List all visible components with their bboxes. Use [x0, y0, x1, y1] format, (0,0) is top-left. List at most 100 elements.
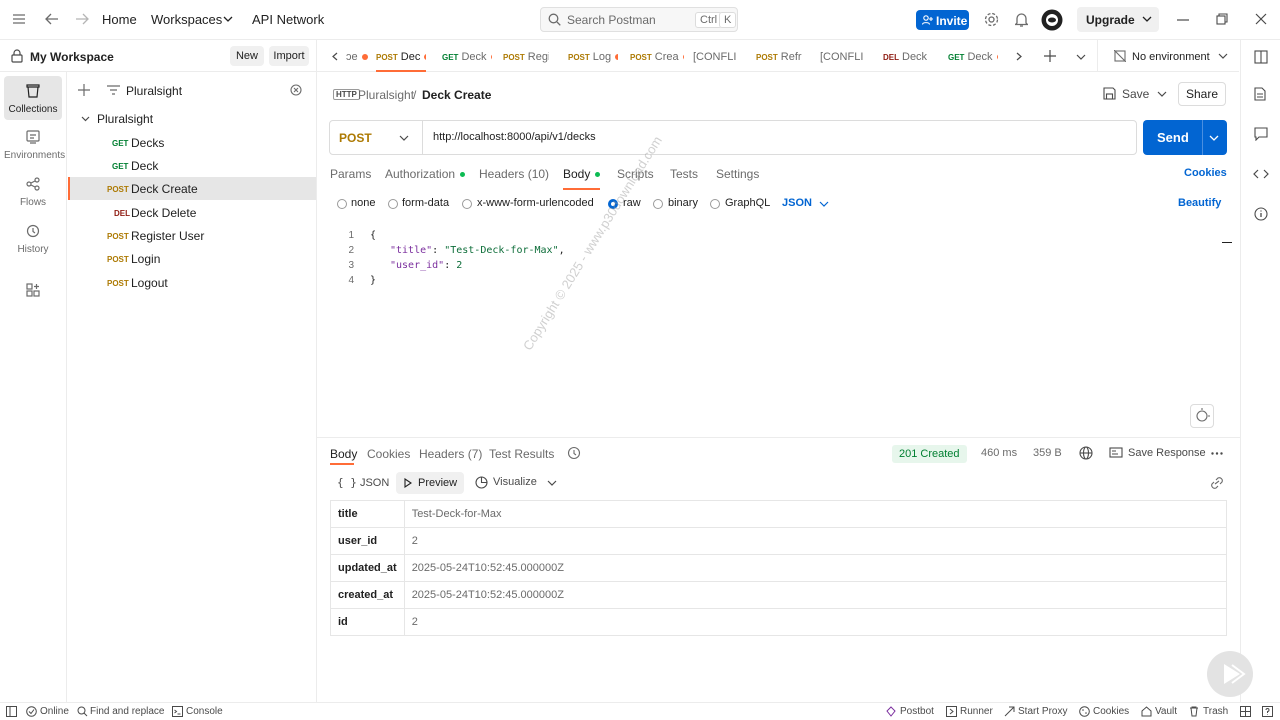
layout-grid-icon[interactable] — [1240, 706, 1251, 717]
environment-selector[interactable]: No environment — [1097, 40, 1239, 72]
more-options-icon[interactable] — [1211, 452, 1223, 455]
tree-item-deck[interactable]: GET Deck — [68, 154, 316, 177]
tree-item-deck-create[interactable]: POST Deck Create — [68, 177, 316, 200]
tab-deck[interactable]: GET Deck — [442, 40, 492, 72]
api-network-link[interactable]: API Network — [252, 12, 324, 27]
restore-icon[interactable] — [1216, 13, 1228, 25]
sidebar-toggle-icon[interactable] — [6, 706, 17, 717]
configure-workbench-icon[interactable] — [26, 283, 40, 297]
documentation-icon[interactable] — [1254, 87, 1266, 101]
table-value[interactable]: Test-Deck-for-Max — [403, 500, 1228, 528]
tree-item-deck-delete[interactable]: DEL Deck Delete — [68, 201, 316, 224]
upgrade-button[interactable]: Upgrade — [1077, 7, 1159, 32]
history-icon[interactable] — [567, 446, 581, 460]
tab-settings[interactable]: Settings — [716, 167, 759, 181]
tab-refresh[interactable]: POST Refr — [756, 40, 806, 72]
tab-create[interactable]: POST Crea — [630, 40, 684, 72]
console-button[interactable]: Console — [186, 706, 223, 717]
view-json-button[interactable]: { } JSON — [337, 476, 389, 489]
online-status[interactable]: Online — [40, 706, 69, 717]
close-window-icon[interactable] — [1255, 13, 1267, 25]
status-badge[interactable]: 201 Created — [892, 445, 967, 463]
url-input[interactable]: http://localhost:8000/api/v1/decks — [433, 131, 596, 143]
menu-icon[interactable] — [12, 13, 26, 25]
tab-conflict-1[interactable]: [CONFLIC — [693, 40, 736, 72]
tab-register[interactable]: POST Regi — [503, 40, 549, 72]
tabs-scroll-left-icon[interactable] — [332, 52, 338, 61]
radio-binary[interactable] — [653, 199, 663, 209]
radio-none[interactable] — [337, 199, 347, 209]
find-replace-button[interactable]: Find and replace — [90, 706, 165, 717]
tabs-menu-chevron-icon[interactable] — [1076, 54, 1086, 60]
help-icon[interactable] — [1262, 706, 1273, 717]
tab-headers[interactable]: Headers (10) — [479, 167, 549, 181]
forward-arrow-icon[interactable] — [75, 13, 89, 25]
tab-tests[interactable]: Tests — [670, 167, 698, 181]
postbot-button[interactable]: Postbot — [900, 706, 934, 717]
bell-icon[interactable] — [1015, 12, 1028, 27]
radio-urlencoded[interactable] — [462, 199, 472, 209]
new-tab-icon[interactable] — [1044, 50, 1056, 62]
back-arrow-icon[interactable] — [45, 13, 59, 25]
home-link[interactable]: Home — [102, 12, 137, 27]
tree-item-logout[interactable]: POST Logout — [68, 271, 316, 294]
vault-button[interactable]: Vault — [1155, 706, 1177, 717]
tab-conflict-2[interactable]: [CONFLIC — [820, 40, 863, 72]
table-value[interactable]: 2 — [403, 608, 1228, 636]
filter-input[interactable]: Pluralsight — [126, 84, 182, 98]
minimize-icon[interactable] — [1177, 19, 1189, 21]
tab-deck-delete[interactable]: DEL Deck — [883, 40, 927, 72]
globe-icon[interactable] — [1079, 446, 1093, 460]
collection-folder[interactable]: Pluralsight — [68, 107, 316, 130]
cookies-link[interactable]: Cookies — [1184, 167, 1227, 179]
body-editor[interactable]: 1 2 3 4 { "title": "Test-Deck-for-Max", … — [324, 228, 1234, 433]
tab-login[interactable]: POST Log — [568, 40, 618, 72]
save-button[interactable]: Save — [1097, 82, 1171, 106]
import-button[interactable]: Import — [269, 46, 309, 66]
response-time[interactable]: 460 ms — [981, 447, 1017, 459]
code-icon[interactable] — [1253, 168, 1269, 180]
send-options-chevron-icon[interactable] — [1209, 135, 1219, 141]
tab-truncated[interactable]: ɔe — [346, 40, 368, 72]
body-format-select[interactable]: JSON — [782, 197, 812, 209]
tab-params[interactable]: Params — [330, 167, 371, 181]
share-button[interactable]: Share — [1178, 82, 1226, 106]
layout-icon[interactable] — [1254, 50, 1268, 64]
comments-icon[interactable] — [1254, 127, 1268, 141]
table-value[interactable]: 2025-05-24T10:52:45.000000Z — [403, 554, 1228, 582]
rail-item-environments[interactable]: Environments — [4, 122, 65, 166]
workspaces-menu[interactable]: Workspaces — [151, 12, 222, 27]
copy-link-icon[interactable] — [1210, 477, 1224, 489]
invite-button[interactable]: Invite — [916, 10, 969, 30]
table-value[interactable]: 2025-05-24T10:52:45.000000Z — [403, 581, 1228, 609]
response-tab-cookies[interactable]: Cookies — [367, 447, 410, 461]
clear-filter-icon[interactable] — [290, 84, 302, 96]
rail-item-collections[interactable]: Collections — [4, 76, 62, 120]
tab-authorization[interactable]: Authorization — [385, 167, 466, 181]
gear-icon[interactable] — [984, 12, 999, 27]
response-tab-body[interactable]: Body — [330, 447, 357, 461]
save-response-button[interactable]: Save Response — [1128, 447, 1206, 459]
radio-graphql[interactable] — [710, 199, 720, 209]
rail-item-history[interactable]: History — [4, 216, 62, 260]
rail-item-flows[interactable]: Flows — [4, 169, 62, 213]
runner-button[interactable]: Runner — [960, 706, 993, 717]
view-preview-button[interactable]: Preview — [396, 472, 464, 494]
view-visualize-button[interactable]: Visualize — [493, 476, 537, 488]
tree-item-login[interactable]: POST Login — [68, 247, 316, 270]
tabs-scroll-right-icon[interactable] — [1016, 52, 1022, 61]
info-icon[interactable] — [1254, 207, 1268, 221]
response-tab-headers[interactable]: Headers (7) — [419, 447, 482, 461]
tab-deck-create[interactable]: POST Dec — [376, 40, 426, 72]
tab-deck-get[interactable]: GET Deck — [948, 40, 998, 72]
add-collection-icon[interactable] — [78, 84, 90, 96]
start-proxy-button[interactable]: Start Proxy — [1018, 706, 1067, 717]
radio-form-data[interactable] — [388, 199, 398, 209]
ai-assist-icon[interactable] — [1190, 404, 1214, 428]
tree-item-register-user[interactable]: POST Register User — [68, 224, 316, 247]
response-size[interactable]: 359 B — [1033, 447, 1062, 459]
response-tab-test-results[interactable]: Test Results — [489, 447, 554, 461]
breadcrumb-collection[interactable]: Pluralsight — [358, 88, 414, 102]
tree-item-decks[interactable]: GET Decks — [68, 131, 316, 154]
method-select[interactable]: POST — [330, 121, 423, 154]
